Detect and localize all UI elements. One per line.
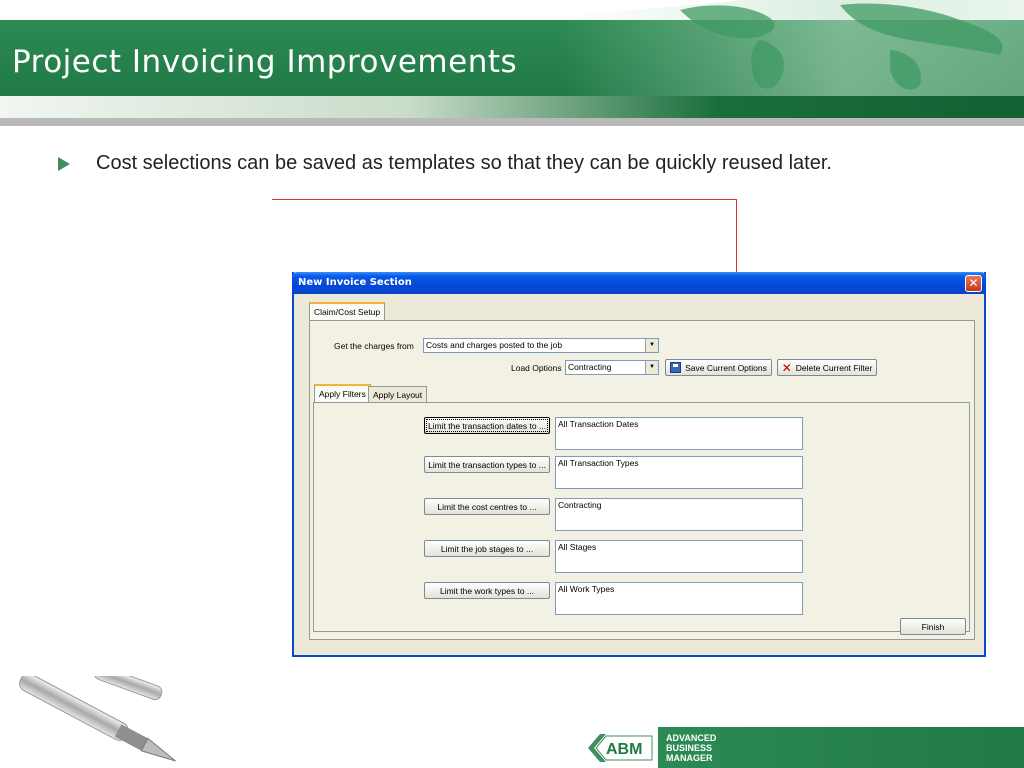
delete-current-filter-button[interactable]: ✕ Delete Current Filter xyxy=(777,359,877,376)
button-label: Limit the cost centres to ... xyxy=(437,501,537,512)
floppy-disk-icon xyxy=(670,362,682,373)
load-options-label: Load Options xyxy=(511,363,562,373)
abm-company-name: ADVANCED BUSINESS MANAGER xyxy=(666,733,716,763)
finish-button[interactable]: Finish xyxy=(900,618,966,635)
chevron-down-icon[interactable]: ▼ xyxy=(645,339,658,352)
tab-claim-cost-setup[interactable]: Claim/Cost Setup xyxy=(309,302,386,322)
dialog-titlebar[interactable]: New Invoice Section ✕ xyxy=(292,272,986,294)
abm-line2: BUSINESS xyxy=(666,743,713,753)
fountain-pen-image xyxy=(19,676,176,762)
finish-button-label: Finish xyxy=(921,621,945,632)
transaction-types-field[interactable]: All Transaction Types xyxy=(555,456,803,489)
charges-from-value: Costs and charges posted to the job xyxy=(426,340,563,350)
limit-cost-centres-button[interactable]: Limit the cost centres to ... xyxy=(424,498,550,515)
cost-centres-field[interactable]: Contracting xyxy=(555,498,803,531)
limit-job-stages-button[interactable]: Limit the job stages to ... xyxy=(424,540,550,557)
bullet-point: Cost selections can be saved as template… xyxy=(58,152,832,175)
bullet-arrow-icon xyxy=(58,156,70,171)
delete-button-label: Delete Current Filter xyxy=(795,362,873,373)
chevron-down-icon[interactable]: ▼ xyxy=(645,361,658,374)
close-icon: ✕ xyxy=(968,276,979,290)
tab-label: Apply Layout xyxy=(373,390,423,400)
abm-logo: ABM xyxy=(588,734,653,762)
charges-from-label: Get the charges from xyxy=(334,341,414,351)
button-label: Limit the transaction types to ... xyxy=(428,459,546,470)
button-label: Limit the job stages to ... xyxy=(440,543,534,554)
work-types-field[interactable]: All Work Types xyxy=(555,582,803,615)
callout-line-horizontal xyxy=(272,199,737,200)
charges-from-select[interactable]: Costs and charges posted to the job ▼ xyxy=(423,338,659,353)
slide-title: Project Invoicing Improvements xyxy=(12,44,518,80)
limit-transaction-dates-button[interactable]: Limit the transaction dates to ... xyxy=(424,417,550,434)
header-underline xyxy=(0,118,1024,126)
close-button[interactable]: ✕ xyxy=(965,275,982,292)
abm-line1: ADVANCED xyxy=(666,733,717,743)
job-stages-field[interactable]: All Stages xyxy=(555,540,803,573)
delete-x-icon: ✕ xyxy=(781,360,792,375)
header-band xyxy=(0,96,1024,118)
tab-apply-filters[interactable]: Apply Filters xyxy=(314,384,371,404)
save-current-options-button[interactable]: Save Current Options xyxy=(665,359,772,376)
tab-label: Apply Filters xyxy=(319,389,366,399)
load-options-value: Contracting xyxy=(568,362,612,372)
tab-label: Claim/Cost Setup xyxy=(314,307,381,317)
slide-header: Project Invoicing Improvements xyxy=(0,0,1024,126)
bullet-text: Cost selections can be saved as template… xyxy=(96,152,832,174)
limit-work-types-button[interactable]: Limit the work types to ... xyxy=(424,582,550,599)
abm-logo-text: ABM xyxy=(606,741,642,758)
button-label: Limit the transaction dates to ... xyxy=(427,420,547,431)
abm-line3: MANAGER xyxy=(666,753,713,763)
load-options-select[interactable]: Contracting ▼ xyxy=(565,360,659,375)
world-map-graphic xyxy=(680,3,1003,90)
new-invoice-section-dialog: New Invoice Section ✕ Claim/Cost Setup G… xyxy=(292,272,986,657)
transaction-dates-field[interactable]: All Transaction Dates xyxy=(555,417,803,450)
dialog-title: New Invoice Section xyxy=(298,277,412,288)
button-label: Limit the work types to ... xyxy=(439,585,534,596)
save-button-label: Save Current Options xyxy=(685,362,767,373)
limit-transaction-types-button[interactable]: Limit the transaction types to ... xyxy=(424,456,550,473)
